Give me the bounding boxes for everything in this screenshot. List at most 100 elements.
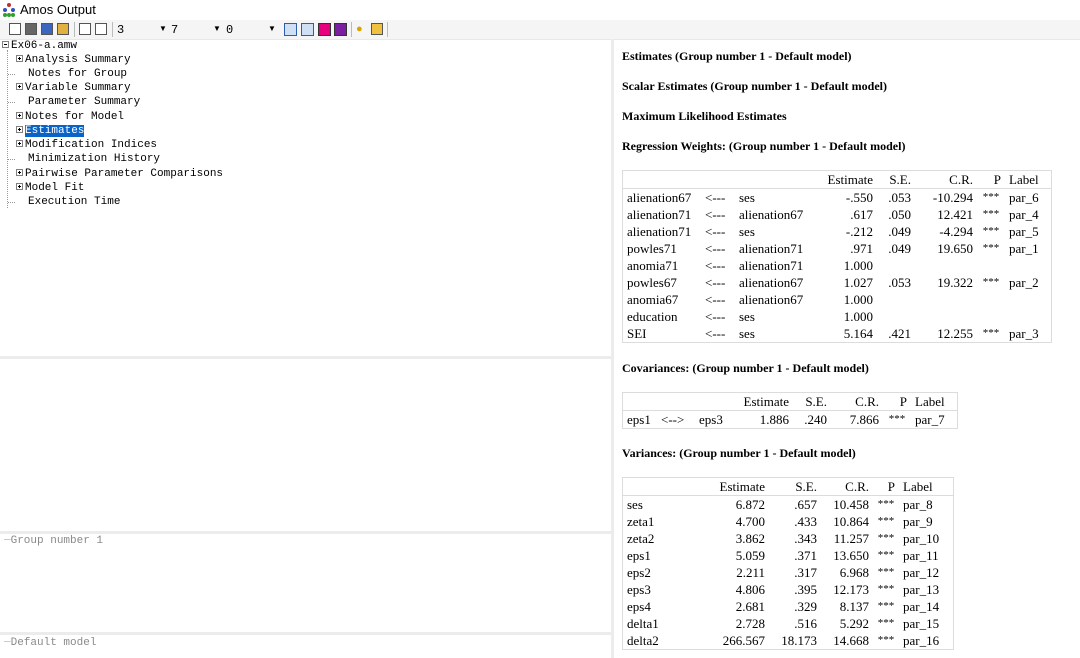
value-cell: 13.650	[833, 548, 869, 563]
print-preview-icon[interactable]	[9, 23, 21, 35]
tree-item-execution-time[interactable]: Execution Time	[28, 195, 120, 209]
expand-icon[interactable]	[16, 125, 23, 133]
tree-item-pairwise-comparisons[interactable]: Pairwise Parameter Comparisons	[16, 167, 223, 181]
collapse-icon[interactable]	[2, 40, 9, 48]
value-cell: 266.567	[722, 633, 765, 648]
tree-item-label: Variable Summary	[25, 82, 131, 94]
heading-regression-weights: Regression Weights: (Group number 1 - De…	[622, 139, 906, 153]
expand-icon[interactable]	[16, 111, 23, 119]
row-label-cell: eps1	[627, 548, 651, 563]
table-row: eps4 2.681 .329 8.137 *** par_14	[623, 598, 954, 615]
table-row: eps1 <--> eps3 1.886 .240 7.866 *** par_7	[623, 411, 958, 429]
row-label-cell: alienation71	[627, 207, 692, 222]
value-cell	[915, 257, 977, 274]
tree-item-notes-for-group[interactable]: Notes for Group	[28, 67, 127, 81]
column-header: Label	[899, 477, 954, 496]
row-label-cell: powles71	[627, 241, 677, 256]
lightbulb-icon[interactable]: ●	[356, 23, 368, 35]
tree-item-parameter-summary[interactable]: Parameter Summary	[28, 95, 140, 109]
open-book-icon[interactable]	[41, 23, 53, 35]
value-cell: par_12	[903, 565, 940, 580]
expand-icon[interactable]	[16, 139, 23, 147]
value-cell: ***	[877, 617, 895, 629]
column-header: C.R.	[831, 392, 883, 411]
column-spacing-dropdown-icon[interactable]: ▼	[213, 24, 221, 33]
row-label-cell: alienation71	[739, 241, 804, 256]
row-label-cell: eps1	[627, 412, 651, 427]
groups-models-splitter[interactable]	[0, 632, 611, 635]
value-cell: .317	[794, 565, 817, 580]
column-header: S.E.	[793, 392, 831, 411]
tree-item-modification-indices[interactable]: Modification Indices	[16, 138, 157, 152]
column-header: Label	[911, 392, 958, 411]
value-cell: par_16	[903, 633, 940, 648]
column-header: C.R.	[821, 477, 873, 496]
heading-color-icon[interactable]	[334, 23, 347, 36]
regression-weights-table: Estimate S.E. C.R. P Label alienation67 <--- se…	[622, 170, 1052, 343]
row-label-cell: zeta1	[627, 514, 655, 529]
groups-models-splitter-top[interactable]	[0, 531, 611, 534]
table-row: delta2 266.567 18.173 14.668 *** par_16	[623, 632, 954, 650]
tree-item-estimates[interactable]: Estimates	[16, 124, 85, 138]
row-label-cell: <-->	[661, 412, 685, 427]
help-book-icon[interactable]	[371, 23, 383, 35]
window-title: Amos Output	[20, 2, 96, 17]
options-check-icon[interactable]	[95, 23, 107, 35]
value-cell	[915, 308, 977, 325]
row-label-cell: eps2	[627, 565, 651, 580]
group-list-item[interactable]: ─Group number 1	[4, 535, 103, 547]
tree-item-minimization-history[interactable]: Minimization History	[28, 152, 160, 166]
value-cell: .371	[794, 548, 817, 563]
expand-icon[interactable]	[16, 182, 23, 190]
table-border-icon[interactable]	[301, 23, 314, 36]
copy-icon[interactable]	[79, 23, 91, 35]
column-spacing-select[interactable]: 7	[171, 23, 178, 37]
tree-root[interactable]: Ex06-a.amw	[2, 39, 77, 53]
value-cell: 11.257	[833, 531, 869, 546]
heading-scalar-estimates: Scalar Estimates (Group number 1 - Defau…	[622, 79, 887, 93]
tree-item-analysis-summary[interactable]: Analysis Summary	[16, 53, 131, 67]
expand-icon[interactable]	[16, 54, 23, 62]
tree-item-variable-summary[interactable]: Variable Summary	[16, 81, 131, 95]
value-cell: .657	[794, 497, 817, 512]
value-cell: par_15	[903, 616, 940, 631]
value-cell	[1005, 291, 1052, 308]
tree-root-label: Ex06-a.amw	[11, 40, 78, 52]
decimals-select[interactable]: 3	[117, 23, 124, 37]
row-label-cell: powles67	[627, 275, 677, 290]
row-label-cell: zeta2	[627, 531, 655, 546]
row-label-cell: alienation71	[627, 224, 692, 239]
row-label-cell: alienation67	[739, 292, 804, 307]
tree-item-notes-for-model[interactable]: Notes for Model	[16, 110, 124, 124]
table-row: eps2 2.211 .317 6.968 *** par_12	[623, 564, 954, 581]
value-cell: ***	[982, 208, 1000, 220]
table-row: delta1 2.728 .516 5.292 *** par_15	[623, 615, 954, 632]
column-header: Label	[1005, 170, 1052, 189]
row-label-cell: anomia67	[627, 292, 679, 307]
table-header-row: Estimate S.E. C.R. P Label	[622, 392, 958, 411]
value-cell: ***	[888, 413, 906, 425]
tree-groups-splitter[interactable]	[0, 356, 611, 359]
value-cell: 1.000	[843, 258, 873, 273]
expand-icon[interactable]	[16, 168, 23, 176]
grid-lines-icon[interactable]	[284, 23, 297, 36]
expand-icon[interactable]	[16, 82, 23, 90]
print-icon[interactable]	[25, 23, 37, 35]
value-cell: .240	[804, 412, 827, 427]
decimals-dropdown-icon[interactable]: ▼	[159, 24, 167, 33]
tree-item-model-fit[interactable]: Model Fit	[16, 181, 84, 195]
value-cell: ***	[877, 532, 895, 544]
fill-color-icon[interactable]	[318, 23, 331, 36]
open-folder-icon[interactable]	[57, 23, 69, 35]
value-cell: 18.173	[781, 633, 817, 648]
value-cell: ***	[877, 600, 895, 612]
toolbar: 3 ▼ 7 ▼ 0 ▼ ●	[0, 20, 1080, 40]
value-cell	[977, 291, 1005, 308]
table-rows-dropdown-icon[interactable]: ▼	[268, 24, 276, 33]
value-cell: ***	[982, 191, 1000, 203]
output-pane: Estimates (Group number 1 - Default mode…	[614, 39, 1080, 658]
value-cell	[977, 308, 1005, 325]
model-list-item[interactable]: ─Default model	[4, 637, 96, 649]
table-row: eps1 5.059 .371 13.650 *** par_11	[623, 547, 954, 564]
table-rows-select[interactable]: 0	[226, 23, 233, 37]
